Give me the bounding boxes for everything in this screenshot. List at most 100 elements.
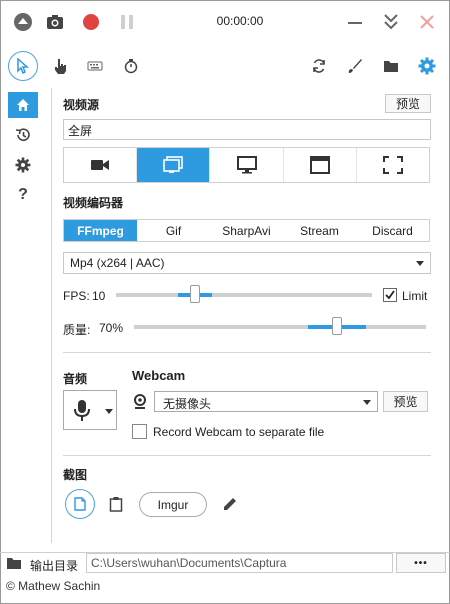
tool-pointer[interactable] (8, 51, 38, 81)
chevron-down-icon (105, 409, 113, 414)
screenshot-button[interactable] (42, 9, 68, 35)
pause-button[interactable] (114, 9, 140, 35)
collapse-button[interactable] (10, 9, 36, 35)
fps-label: FPS: (63, 289, 90, 303)
clipboard-icon (109, 497, 123, 512)
encoder-tab-gif[interactable]: Gif (137, 220, 210, 241)
question-icon: ? (18, 186, 28, 203)
quality-value: 70% (99, 321, 124, 335)
video-camera-icon (91, 160, 110, 170)
audio-label: 音频 (63, 372, 88, 386)
fps-limit-checkbox[interactable] (383, 288, 397, 302)
fps-limit-label: Limit (402, 289, 428, 303)
nav-history[interactable] (8, 122, 38, 148)
tool-keystrokes[interactable] (82, 53, 108, 79)
microphone-button[interactable] (63, 390, 117, 430)
output-path-field[interactable]: C:\Users\wuhan\Documents\Captura (86, 553, 393, 573)
microphone-icon (74, 400, 90, 421)
gear-icon (418, 57, 436, 75)
quality-label: 质量: (63, 323, 91, 337)
collapse-icon (14, 13, 32, 31)
webcam-select[interactable]: 无摄像头 (154, 391, 378, 412)
screenshot-label: 截图 (63, 468, 88, 482)
tool-timer[interactable] (118, 53, 144, 79)
screenshot-clipboard[interactable] (104, 492, 128, 516)
refresh-icon (313, 59, 325, 73)
record-icon (83, 14, 99, 30)
webcam-separate-checkbox[interactable] (132, 424, 147, 439)
video-source-tiles (63, 147, 430, 183)
close-icon (420, 15, 434, 29)
brush-button[interactable] (342, 53, 368, 79)
video-source-preview-button[interactable]: 预览 (385, 94, 431, 113)
history-icon (15, 128, 30, 141)
encoder-tab-ffmpeg[interactable]: FFmpeg (64, 220, 137, 241)
screenshot-save-to-disk[interactable] (65, 489, 95, 519)
fps-value: 10 (92, 289, 106, 303)
checkmark-icon (385, 290, 395, 300)
paint-brush-icon (348, 59, 362, 73)
chevron-down-icon (416, 261, 424, 266)
source-region-tile[interactable] (357, 148, 429, 182)
fps-slider-track[interactable] (116, 293, 372, 297)
output-browse-button[interactable]: ••• (396, 553, 446, 573)
source-webcam-tile[interactable] (64, 148, 138, 182)
window-icon (309, 156, 330, 174)
file-icon (74, 497, 86, 511)
close-button[interactable] (414, 9, 440, 35)
minimize-icon (348, 22, 362, 24)
webcam-icon (134, 394, 146, 409)
open-folder-button[interactable] (378, 53, 404, 79)
source-monitor-tile[interactable] (210, 148, 284, 182)
encoder-tab-sharpavi[interactable]: SharpAvi (210, 220, 283, 241)
nav-divider (51, 88, 52, 543)
tool-clicks[interactable] (47, 53, 73, 79)
gear-icon (15, 157, 31, 173)
monitor-icon (236, 156, 257, 174)
region-select-icon (382, 156, 403, 174)
divider (63, 352, 431, 353)
webcam-select-value: 无摄像头 (163, 397, 212, 411)
folder-icon (7, 558, 21, 569)
collapse-down-button[interactable] (378, 9, 404, 35)
source-window-tile[interactable] (284, 148, 357, 182)
minimize-button[interactable] (342, 9, 368, 35)
nav-about[interactable]: ? (8, 182, 38, 208)
pause-icon (121, 15, 133, 29)
encoder-tabs: FFmpeg Gif SharpAvi Stream Discard (63, 219, 430, 242)
imgur-button[interactable]: Imgur (139, 492, 207, 517)
divider (63, 455, 431, 456)
nav-settings[interactable] (8, 152, 38, 178)
screenshot-editor[interactable] (219, 493, 241, 515)
copyright-text: © Mathew Sachin (6, 579, 101, 593)
screens-icon (163, 156, 184, 173)
video-source-field[interactable]: 全屏 (63, 119, 431, 140)
refresh-button[interactable] (306, 53, 332, 79)
settings-button[interactable] (414, 53, 440, 79)
format-select-value: Mp4 (x264 | AAC) (70, 256, 165, 270)
fps-slider-thumb[interactable] (190, 285, 200, 303)
camera-icon (47, 15, 63, 29)
stopwatch-icon (124, 59, 138, 74)
elapsed-timer: 00:00:00 (216, 14, 264, 28)
folder-icon (384, 61, 398, 72)
chevron-down-icon (363, 400, 371, 405)
output-folder-label: 输出目录 (30, 559, 79, 573)
webcam-separate-label: Record Webcam to separate file (153, 425, 325, 439)
home-icon (17, 99, 29, 111)
encoder-label: 视频编码器 (63, 196, 124, 210)
quality-slider-track[interactable] (134, 325, 426, 329)
record-button[interactable] (78, 9, 104, 35)
video-source-label: 视频源 (63, 98, 100, 112)
keyboard-icon (87, 61, 103, 71)
double-chevron-down-icon (384, 14, 398, 30)
encoder-tab-stream[interactable]: Stream (283, 220, 356, 241)
hand-pointer-icon (55, 59, 66, 74)
format-select[interactable]: Mp4 (x264 | AAC) (63, 252, 431, 274)
quality-slider-thumb[interactable] (332, 317, 342, 335)
source-screen-tile[interactable] (137, 148, 211, 182)
nav-home[interactable] (8, 92, 38, 118)
encoder-tab-discard[interactable]: Discard (356, 220, 429, 241)
cursor-icon (17, 58, 29, 74)
webcam-preview-button[interactable]: 预览 (383, 391, 428, 412)
